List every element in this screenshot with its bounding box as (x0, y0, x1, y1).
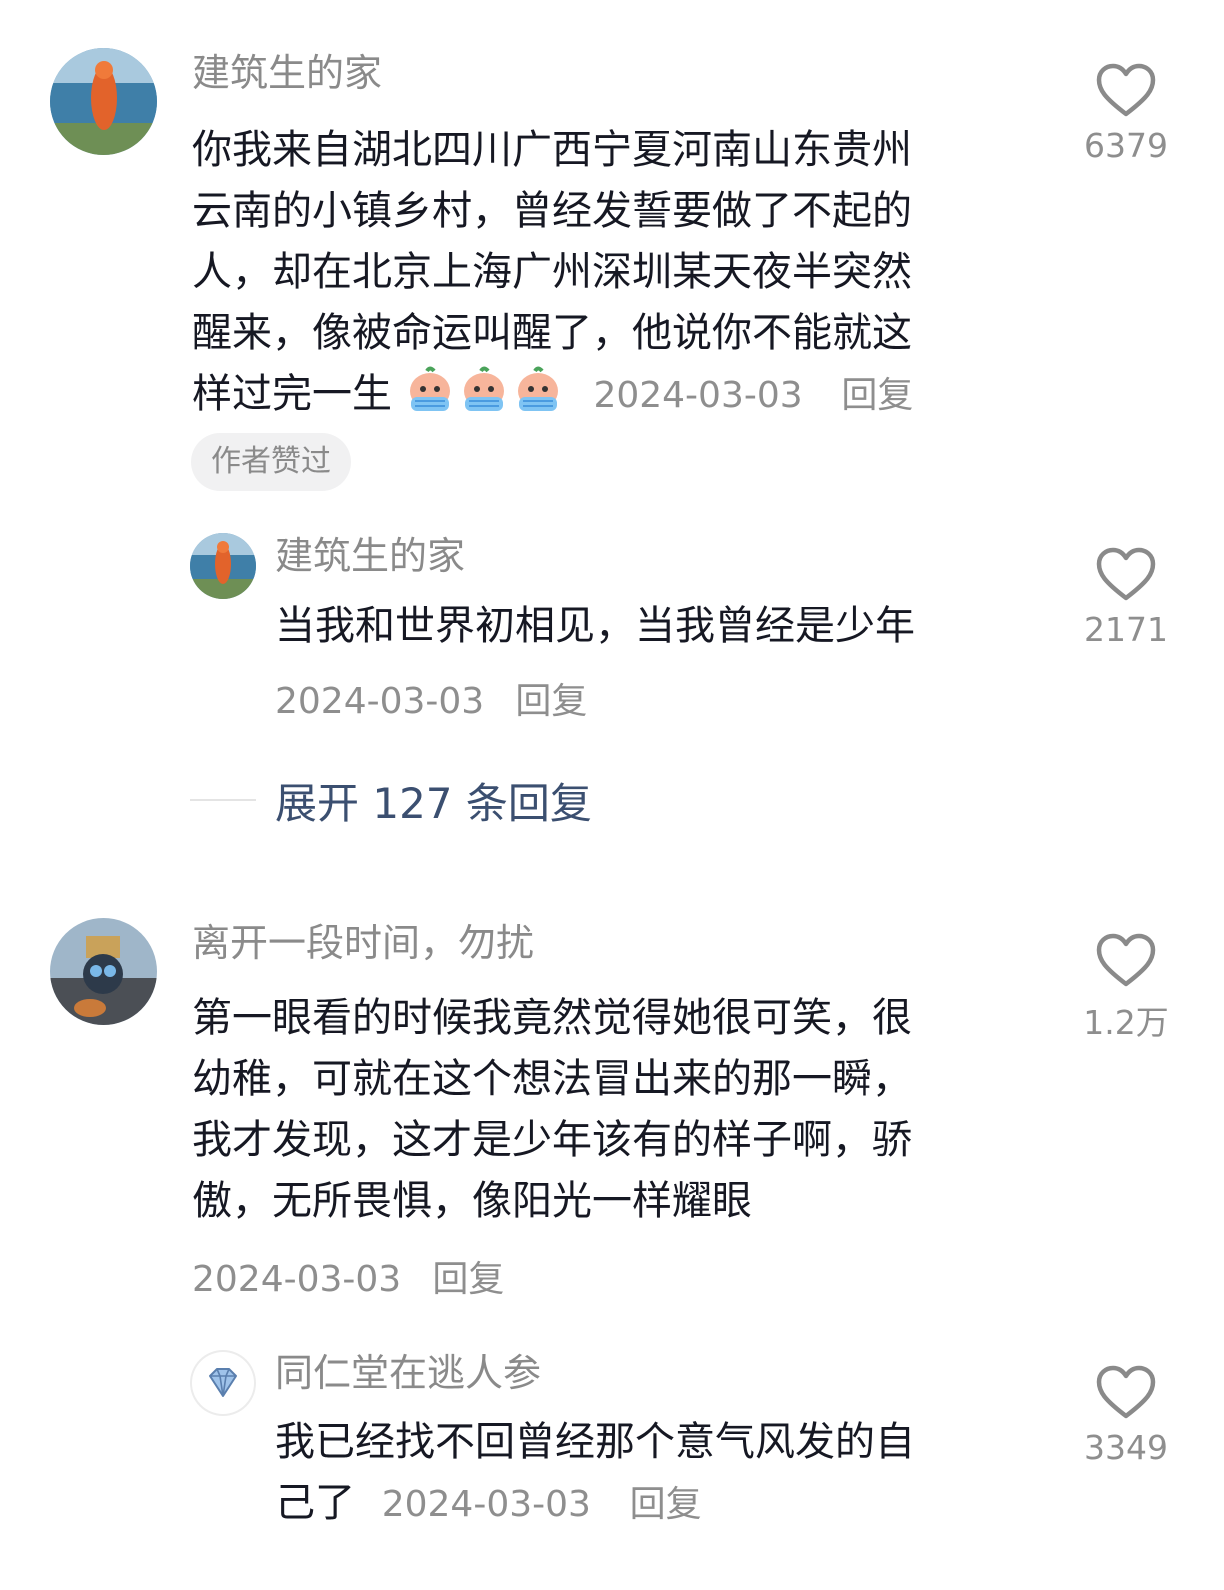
heart-outline-icon (1096, 933, 1156, 987)
heart-outline-icon (1096, 1365, 1156, 1419)
comment-text-line: 云南的小镇乡村，曾经发誓要做了不起的 (192, 188, 912, 234)
comment-text: 第一眼看的时候我竟然觉得她很可笑，很 幼稚，可就在这个想法冒出来的那一瞬， 我才… (192, 988, 1042, 1232)
comment-text-line: 醒来，像被命运叫醒了，他说你不能就这 (192, 310, 912, 356)
heart-outline-icon (1096, 63, 1156, 117)
like-button[interactable]: 1.2万 (1066, 932, 1186, 1044)
comment-text-line: 人，却在北京上海广州深圳某天夜半突然 (192, 249, 912, 295)
crying-emoji-icon (405, 365, 455, 415)
author-liked-badge: 作者赞过 (191, 433, 351, 491)
reply-text: 我已经找不回曾经那个意气风发的自 己了 2024-03-03 回复 (275, 1412, 1035, 1535)
comment-text-line: 你我来自湖北四川广西宁夏河南山东贵州 (192, 127, 912, 173)
reply-username[interactable]: 建筑生的家 (275, 533, 465, 579)
comment-date: 2024-03-03 (593, 375, 803, 416)
like-button[interactable]: 6379 (1066, 62, 1186, 165)
comment-text-line: 幼稚，可就在这个想法冒出来的那一瞬， (192, 1056, 912, 1102)
reply-text: 当我和世界初相见，当我曾经是少年 (275, 603, 915, 649)
comment-date: 2024-03-03 (192, 1259, 402, 1300)
avatar[interactable] (50, 48, 157, 155)
reply-username[interactable]: 同仁堂在逃人参 (275, 1350, 541, 1396)
diamond-icon (209, 1368, 237, 1397)
reply-date: 2024-03-03 (381, 1484, 591, 1525)
like-button[interactable]: 3349 (1066, 1364, 1186, 1467)
comment-text: 你我来自湖北四川广西宁夏河南山东贵州 云南的小镇乡村，曾经发誓要做了不起的 人，… (192, 120, 1042, 426)
reply-date: 2024-03-03 (275, 681, 485, 722)
comment-username[interactable]: 离开一段时间，勿扰 (192, 920, 534, 966)
like-count: 2171 (1084, 610, 1168, 649)
comment-text-line: 傲，无所畏惧，像阳光一样耀眼 (192, 1178, 752, 1224)
crying-emoji-icon (459, 365, 509, 415)
avatar[interactable] (50, 918, 157, 1025)
reply-button[interactable]: 回复 (841, 375, 913, 416)
like-button[interactable]: 2171 (1066, 546, 1186, 649)
like-count: 6379 (1084, 126, 1168, 165)
like-count: 3349 (1084, 1428, 1168, 1467)
comment-text-line: 第一眼看的时候我竟然觉得她很可笑，很 (192, 995, 912, 1041)
avatar[interactable] (190, 533, 256, 599)
comment-text-line: 样过完一生 (192, 371, 392, 417)
expand-divider (190, 799, 256, 801)
reply-button[interactable]: 回复 (515, 681, 587, 722)
reply-text-line: 我已经找不回曾经那个意气风发的自 (275, 1419, 915, 1465)
expand-replies-button[interactable]: 展开 127 条回复 (275, 770, 592, 831)
reply-text-line: 己了 (275, 1480, 355, 1526)
avatar[interactable] (190, 1350, 256, 1416)
comment-username[interactable]: 建筑生的家 (192, 50, 382, 96)
reply-button[interactable]: 回复 (630, 1484, 702, 1525)
like-count: 1.2万 (1083, 1003, 1169, 1042)
heart-outline-icon (1096, 547, 1156, 601)
comment-text-line: 我才发现，这才是少年该有的样子啊，骄 (192, 1117, 912, 1163)
crying-emoji-icon (513, 365, 563, 415)
reply-button[interactable]: 回复 (432, 1259, 504, 1300)
